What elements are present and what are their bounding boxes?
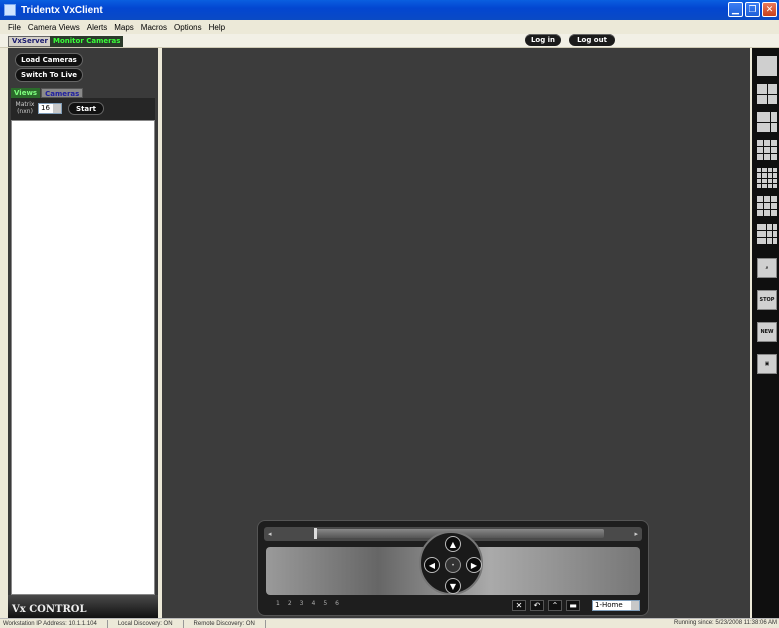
- close-button[interactable]: ✕: [762, 2, 777, 17]
- status-running: Running since: 5/23/2008 11:38:06 AM: [674, 620, 777, 626]
- preset-1[interactable]: 1: [276, 600, 280, 607]
- preset-2[interactable]: 2: [288, 600, 292, 607]
- layout-2-plus-8-icon[interactable]: [757, 196, 777, 216]
- status-bar: Workstation IP Address: 10.1.1.104 Local…: [0, 618, 779, 628]
- layout-3x3-icon[interactable]: [757, 140, 777, 160]
- login-button[interactable]: Log in: [525, 34, 561, 46]
- preset-5[interactable]: 5: [323, 600, 327, 607]
- matrix-value: 16: [41, 104, 50, 112]
- toolbar: VxServer Monitor Cameras: [0, 34, 779, 48]
- menu-maps[interactable]: Maps: [114, 23, 134, 32]
- minimize-button[interactable]: ▁: [728, 2, 743, 17]
- pan-left-icon[interactable]: ◀: [424, 557, 440, 573]
- camera-search-icon[interactable]: ⌕: [757, 258, 777, 278]
- pan-right-icon[interactable]: ▶: [466, 557, 482, 573]
- views-list[interactable]: [11, 120, 155, 595]
- ptz-dial: ▲ ▼ ◀ ▶ •: [419, 531, 483, 595]
- preset-4[interactable]: 4: [311, 600, 315, 607]
- app-icon: [4, 4, 16, 16]
- up-chevron-icon[interactable]: ⌃: [548, 600, 562, 611]
- menu-macros[interactable]: Macros: [141, 23, 167, 32]
- start-button[interactable]: Start: [69, 103, 103, 114]
- chevron-down-icon: [631, 601, 639, 610]
- maximize-button[interactable]: ❐: [745, 2, 760, 17]
- preset-3[interactable]: 3: [300, 600, 304, 607]
- ptz-control: ◂ ▸ ▲ ▼ ◀ ▶ • 1 2 3 4 5 6 ✕ ↶ ⌃ ▬ 1-Home: [257, 520, 649, 616]
- status-remote-discovery: Remote Discovery: ON: [193, 620, 255, 627]
- tab-monitor-cameras[interactable]: Monitor Cameras: [50, 36, 124, 47]
- matrix-label: Matrix (nxn): [15, 101, 35, 115]
- center-icon[interactable]: •: [445, 557, 461, 573]
- image-icon[interactable]: ▬: [566, 600, 580, 611]
- preset-select-value: 1-Home: [595, 601, 623, 609]
- undo-icon[interactable]: ↶: [530, 600, 544, 611]
- title-bar: Tridentx VxClient ▁ ❐ ✕: [0, 0, 779, 20]
- chevron-down-icon: [53, 104, 61, 113]
- logout-button[interactable]: Log out: [569, 34, 615, 46]
- layout-1-plus-5-icon[interactable]: [757, 112, 777, 132]
- layout-1-plus-12-icon[interactable]: [757, 224, 777, 244]
- status-local-discovery: Local Discovery: ON: [117, 620, 173, 627]
- tab-views[interactable]: Views: [11, 88, 41, 98]
- layout-2x2-icon[interactable]: [757, 84, 777, 104]
- menu-options[interactable]: Options: [174, 23, 202, 32]
- status-ip: Workstation IP Address: 10.1.1.104: [3, 620, 97, 627]
- layout-1x1-icon[interactable]: [757, 56, 777, 76]
- menu-alerts[interactable]: Alerts: [87, 23, 107, 32]
- layout-toolbar: ⌕ STOP NEW ▣: [752, 48, 779, 618]
- pan-down-icon[interactable]: ▼: [445, 578, 461, 594]
- ptz-bottom-bar: 1 2 3 4 5 6 ✕ ↶ ⌃ ▬ 1-Home: [268, 600, 640, 612]
- new-button[interactable]: NEW: [757, 322, 777, 342]
- load-cameras-button[interactable]: Load Cameras: [16, 54, 82, 66]
- tab-vxserver[interactable]: VxServer: [8, 36, 52, 47]
- preset-6[interactable]: 6: [335, 600, 339, 607]
- menu-file[interactable]: File: [8, 23, 21, 32]
- menu-help[interactable]: Help: [209, 23, 225, 32]
- vx-control-label: Vx CONTROL: [8, 595, 158, 618]
- slider-left-icon[interactable]: ◂: [268, 530, 272, 538]
- switch-to-live-button[interactable]: Switch To Live: [16, 69, 82, 81]
- matrix-select[interactable]: 16: [38, 103, 62, 114]
- layout-4x4-icon[interactable]: [757, 168, 777, 188]
- preset-select[interactable]: 1-Home: [592, 600, 640, 611]
- stop-button[interactable]: STOP: [757, 290, 777, 310]
- slider-right-icon[interactable]: ▸: [634, 530, 638, 538]
- close-icon[interactable]: ✕: [512, 600, 526, 611]
- menu-camera-views[interactable]: Camera Views: [28, 23, 80, 32]
- snapshot-icon[interactable]: ▣: [757, 354, 777, 374]
- left-panel: Load Cameras Switch To Live Views Camera…: [8, 48, 158, 618]
- window-title: Tridentx VxClient: [21, 4, 103, 16]
- matrix-row: Matrix (nxn) 16 Start: [11, 98, 155, 120]
- menu-bar: File Camera Views Alerts Maps Macros Opt…: [0, 20, 779, 34]
- slider-thumb[interactable]: [314, 528, 317, 539]
- tab-cameras[interactable]: Cameras: [41, 88, 84, 98]
- pan-up-icon[interactable]: ▲: [445, 536, 461, 552]
